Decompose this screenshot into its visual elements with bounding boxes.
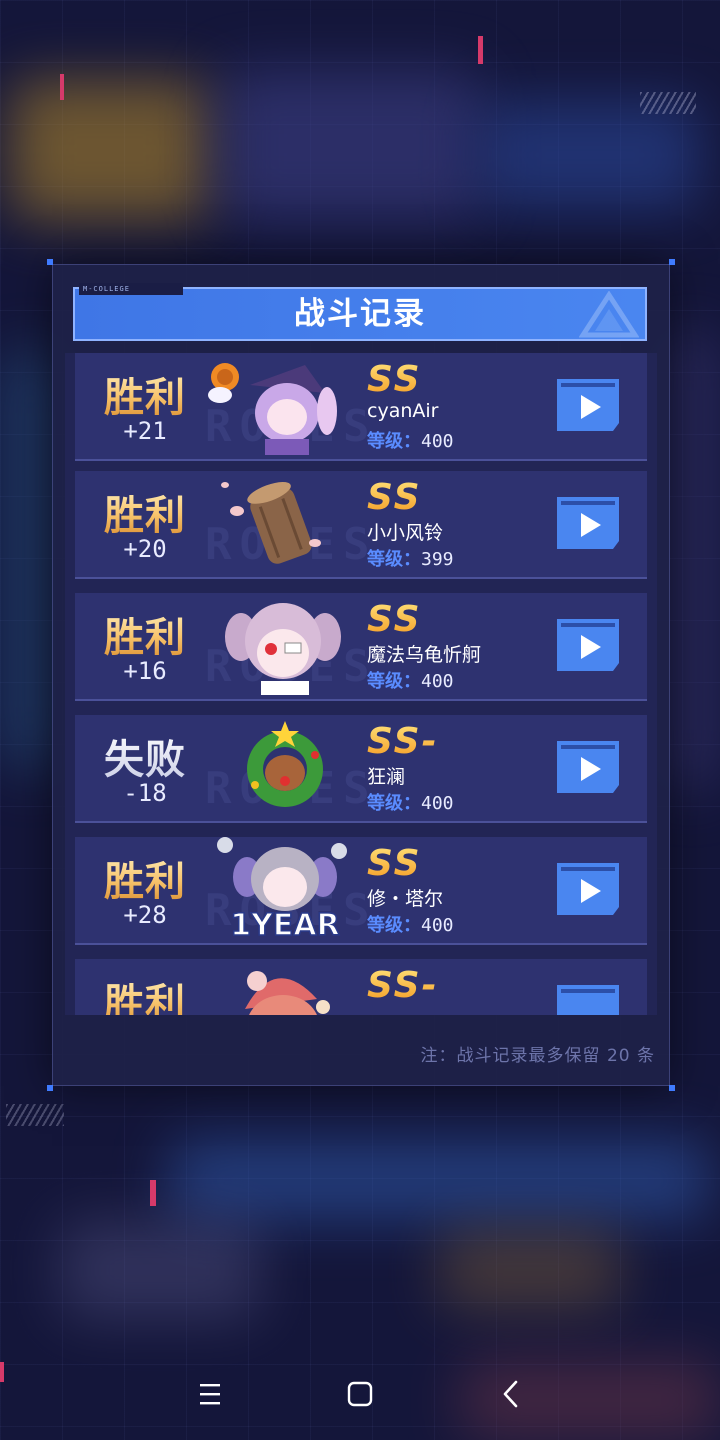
result-label: 胜利 (89, 365, 201, 423)
pink-twintail-girl-avatar (225, 603, 341, 695)
score-change: +16 (123, 657, 167, 685)
score-change: +28 (123, 901, 167, 929)
system-nav-bar (0, 1344, 720, 1440)
player-level: 等级：400 (367, 915, 454, 936)
1year-girl-avatar: 1YEAR (217, 837, 347, 941)
svg-text:1YEAR: 1YEAR (230, 908, 339, 941)
player-level: 等级：400 (367, 793, 454, 814)
score-change: -18 (123, 779, 167, 807)
score-change: +20 (123, 535, 167, 563)
menu-icon[interactable] (192, 1376, 228, 1412)
rank-badge: SS- (367, 721, 439, 762)
result-label: 胜利 (89, 849, 201, 907)
replay-play-button[interactable] (553, 739, 623, 795)
record-row: ROSES 胜利 +28 1YEAR SS 修・塔尔 等级：400 (75, 837, 647, 945)
panel-header: M-COLLEGE 战斗记录 (73, 283, 647, 341)
replay-play-button[interactable] (553, 983, 623, 1015)
record-limit-note: 注：战斗记录最多保留 20 条 (420, 1046, 655, 1066)
record-row: 胜利 SS- (75, 959, 647, 1015)
back-chevron-icon[interactable] (494, 1376, 530, 1412)
rank-badge: SS (367, 359, 422, 400)
player-name: 小小风铃 (367, 522, 444, 544)
player-level: 等级：399 (367, 549, 454, 570)
player-level: 等级：400 (367, 431, 454, 452)
player-name: 修・塔尔 (367, 888, 444, 910)
score-change: +21 (123, 417, 167, 445)
battle-record-panel: M-COLLEGE 战斗记录 ROSES 胜利 +21 SS cyanAir 等… (47, 259, 675, 1091)
replay-play-button[interactable] (553, 617, 623, 673)
player-name: 魔法乌龟忻舸 (367, 644, 482, 666)
record-row: ROSES 胜利 +20 SS 小小风铃 等级：399 (75, 471, 647, 579)
player-name: cyanAir (367, 400, 439, 422)
witch-girl-avatar (208, 363, 337, 455)
panel-title: 战斗记录 (294, 296, 426, 332)
result-label: 胜利 (89, 483, 201, 541)
record-row: ROSES 胜利 +16 SS 魔法乌龟忻舸 等级：400 (75, 593, 647, 701)
result-label: 胜利 (89, 605, 201, 663)
player-level: 等级：400 (367, 671, 454, 692)
rank-badge: SS (367, 843, 422, 884)
rank-badge: SS (367, 477, 422, 518)
player-name: 狂澜 (367, 766, 406, 788)
replay-play-button[interactable] (553, 861, 623, 917)
wood-log-avatar (221, 482, 321, 564)
rank-badge: SS- (367, 965, 439, 1006)
record-row: ROSES 失败 -18 SS- 狂澜 等级：400 (75, 715, 647, 823)
triangle-logo-icon (579, 291, 639, 338)
result-label: 失败 (89, 727, 201, 785)
replay-play-button[interactable] (553, 377, 623, 433)
rank-badge: SS (367, 599, 422, 640)
reindeer-wreath-avatar (247, 721, 323, 807)
santa-hat-girl-avatar (245, 971, 330, 1015)
home-square-icon[interactable] (342, 1376, 378, 1412)
replay-play-button[interactable] (553, 495, 623, 551)
record-row: ROSES 胜利 +21 SS cyanAir 等级：400 (75, 353, 647, 461)
battle-record-list[interactable]: ROSES 胜利 +21 SS cyanAir 等级：400 (65, 353, 657, 1015)
result-label: 胜利 (89, 971, 201, 1015)
